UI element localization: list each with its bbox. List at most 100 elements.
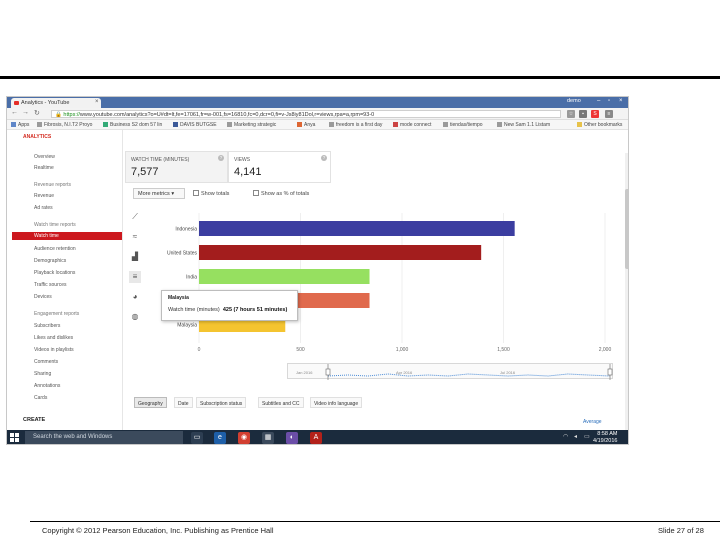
more-metrics-dropdown[interactable]: More metrics ▾: [133, 188, 185, 199]
watch-time-bar-chart: 0 500 1,000 1,500 2,000 Indonesia United State…: [147, 205, 613, 355]
bookmark-item[interactable]: mode connect: [393, 122, 431, 128]
bookmark-item[interactable]: Marketing strategic: [227, 122, 276, 128]
browser-tab[interactable]: Analytics - YouTube ×: [11, 98, 101, 108]
sidebar-item-comments[interactable]: Comments: [34, 359, 58, 365]
metric-views[interactable]: VIEWS 4,141 ?: [228, 151, 331, 183]
metric-watch-time[interactable]: WATCH TIME (MINUTES) 7,577 ?: [125, 151, 228, 183]
forward-icon[interactable]: →: [22, 109, 29, 116]
sidebar-create[interactable]: CREATE: [23, 417, 45, 423]
page-scrollbar-thumb[interactable]: [625, 189, 628, 269]
sidebar-item-likes[interactable]: Likes and dislikes: [34, 335, 73, 341]
chart-tooltip: Malaysia Watch time (minutes) 425 (7 hou…: [161, 290, 298, 321]
bookmark-item[interactable]: freedom is a first day: [329, 122, 382, 128]
battery-icon[interactable]: ▭: [584, 433, 590, 440]
bookmark-item[interactable]: Anya: [297, 122, 315, 128]
tab-subscription-status[interactable]: Subscription status: [196, 397, 247, 408]
windows-taskbar: Search the web and Windows ▭ e ◉ ▦ ◐ A ◠…: [7, 430, 628, 444]
sidebar-item-subscribers[interactable]: Subscribers: [34, 323, 60, 329]
taskbar-clock[interactable]: 8:58 AM 4/19/2016: [593, 431, 617, 444]
bar-india[interactable]: [199, 269, 370, 284]
bar-united-states[interactable]: [199, 245, 482, 260]
taskbar-search-input[interactable]: Search the web and Windows: [25, 431, 183, 444]
sidebar-item-realtime[interactable]: Realtime: [34, 165, 54, 171]
multiline-chart-icon[interactable]: ≈: [129, 231, 141, 243]
tab-close-icon[interactable]: ×: [95, 99, 99, 105]
extension-icon[interactable]: ▪: [579, 110, 587, 118]
minimize-icon[interactable]: –: [597, 98, 600, 104]
volume-icon[interactable]: ◂: [574, 433, 577, 440]
slide-footer-copyright: Copyright © 2012 Pearson Education, Inc.…: [42, 526, 274, 535]
bookmark-item[interactable]: Business S2 dom 57 lin: [103, 122, 162, 128]
close-window-icon[interactable]: ×: [619, 98, 623, 104]
bookmark-item[interactable]: DAVIS BUTGSE: [173, 122, 217, 128]
category-label: Malaysia: [177, 323, 197, 329]
tab-date[interactable]: Date: [174, 397, 193, 408]
date-range-timeline[interactable]: Jan 2016 Apr 2016 Jul 2016: [287, 363, 613, 380]
globe-map-icon[interactable]: ◍: [129, 311, 141, 323]
bar-indonesia[interactable]: [199, 221, 515, 236]
category-label: United States: [167, 251, 198, 257]
x-tick-label: 0: [198, 347, 201, 353]
show-percent-checkbox[interactable]: Show as % of totals: [253, 190, 309, 197]
reload-icon[interactable]: ↻: [34, 109, 40, 117]
lock-icon: 🔒: [55, 112, 62, 118]
tab-video-info-language[interactable]: Video info language: [310, 397, 363, 408]
sidebar-item-sharing[interactable]: Sharing: [34, 371, 51, 377]
area-chart-icon[interactable]: ▟: [129, 251, 141, 263]
browser-tab-bar: Analytics - YouTube × demo – ▫ ×: [7, 97, 628, 108]
analytics-section-title[interactable]: ANALYTICS: [23, 134, 51, 140]
help-icon[interactable]: ?: [321, 155, 327, 161]
screenshot-window: Analytics - YouTube × demo – ▫ × ← → ↻ 🔒…: [6, 96, 629, 445]
help-icon[interactable]: ?: [218, 155, 224, 161]
tab-geography[interactable]: Geography: [134, 397, 167, 408]
url-input[interactable]: 🔒 https://www.youtube.com/analytics?o=U#…: [51, 110, 561, 118]
sidebar-item-watch-time[interactable]: Watch time: [12, 232, 122, 240]
sidebar-item-audience-retention[interactable]: Audience retention: [34, 246, 76, 252]
bookmark-item[interactable]: New Sam 1.1 Listam: [497, 122, 550, 128]
chevron-down-icon: ▾: [171, 191, 175, 197]
store-icon[interactable]: ▦: [262, 432, 274, 444]
line-chart-icon[interactable]: ⟋: [129, 211, 141, 223]
maximize-icon[interactable]: ▫: [608, 98, 610, 104]
sidebar-item-cards[interactable]: Cards: [34, 395, 47, 401]
profile-name[interactable]: demo: [567, 98, 581, 104]
sidebar-item-playlists[interactable]: Videos in playlists: [34, 347, 74, 353]
windows-start-icon[interactable]: [10, 433, 20, 443]
sidebar-item-overview[interactable]: Overview: [34, 154, 55, 160]
pdf-reader-icon[interactable]: A: [310, 432, 322, 444]
sidebar-group-revenue[interactable]: Revenue reports: [34, 182, 71, 188]
pie-chart-icon[interactable]: ◕: [129, 291, 141, 303]
task-view-icon[interactable]: ▭: [191, 432, 203, 444]
metric-label: WATCH TIME (MINUTES): [131, 157, 190, 163]
back-icon[interactable]: ←: [11, 109, 18, 116]
sidebar-item-annotations[interactable]: Annotations: [34, 383, 60, 389]
analytics-sidebar: ANALYTICS Overview Realtime Revenue repo…: [7, 130, 123, 430]
sidebar-item-devices[interactable]: Devices: [34, 294, 52, 300]
sidebar-item-traffic-sources[interactable]: Traffic sources: [34, 282, 67, 288]
edge-icon[interactable]: e: [214, 432, 226, 444]
sidebar-item-playback-locations[interactable]: Playback locations: [34, 270, 75, 276]
category-label: Indonesia: [175, 227, 197, 233]
url-text: www.youtube.com/analytics?o=U#dt=lt,fe=1…: [79, 112, 375, 118]
bookmark-item[interactable]: Other bookmarks: [577, 122, 622, 128]
bar-chart-icon[interactable]: ≡: [129, 271, 141, 283]
star-icon[interactable]: ☆: [567, 110, 575, 118]
extension-s-icon[interactable]: S: [591, 110, 599, 118]
tab-subtitles[interactable]: Subtitles and CC: [258, 397, 304, 408]
sidebar-item-demographics[interactable]: Demographics: [34, 258, 66, 264]
bookmark-item[interactable]: tiendas/tiempo: [443, 122, 483, 128]
network-icon[interactable]: ◠: [563, 433, 568, 440]
timeline-label: Jan 2016: [296, 370, 313, 375]
sidebar-group-watch-time[interactable]: Watch time reports: [34, 222, 76, 228]
app-icon[interactable]: ◐: [286, 432, 298, 444]
sidebar-item-revenue[interactable]: Revenue: [34, 193, 54, 199]
bookmark-item[interactable]: Apps: [11, 122, 29, 128]
sidebar-group-engagement[interactable]: Engagement reports: [34, 311, 79, 317]
sidebar-item-ad-rates[interactable]: Ad rates: [34, 205, 53, 211]
chrome-icon[interactable]: ◉: [238, 432, 250, 444]
show-totals-checkbox[interactable]: Show totals: [193, 190, 229, 197]
bookmark-item[interactable]: Fibrosis, N.I.T2 Proyo: [37, 122, 92, 128]
metric-value: 4,141: [234, 166, 262, 178]
menu-icon[interactable]: ≡: [605, 110, 613, 118]
average-link[interactable]: Average: [583, 419, 602, 425]
